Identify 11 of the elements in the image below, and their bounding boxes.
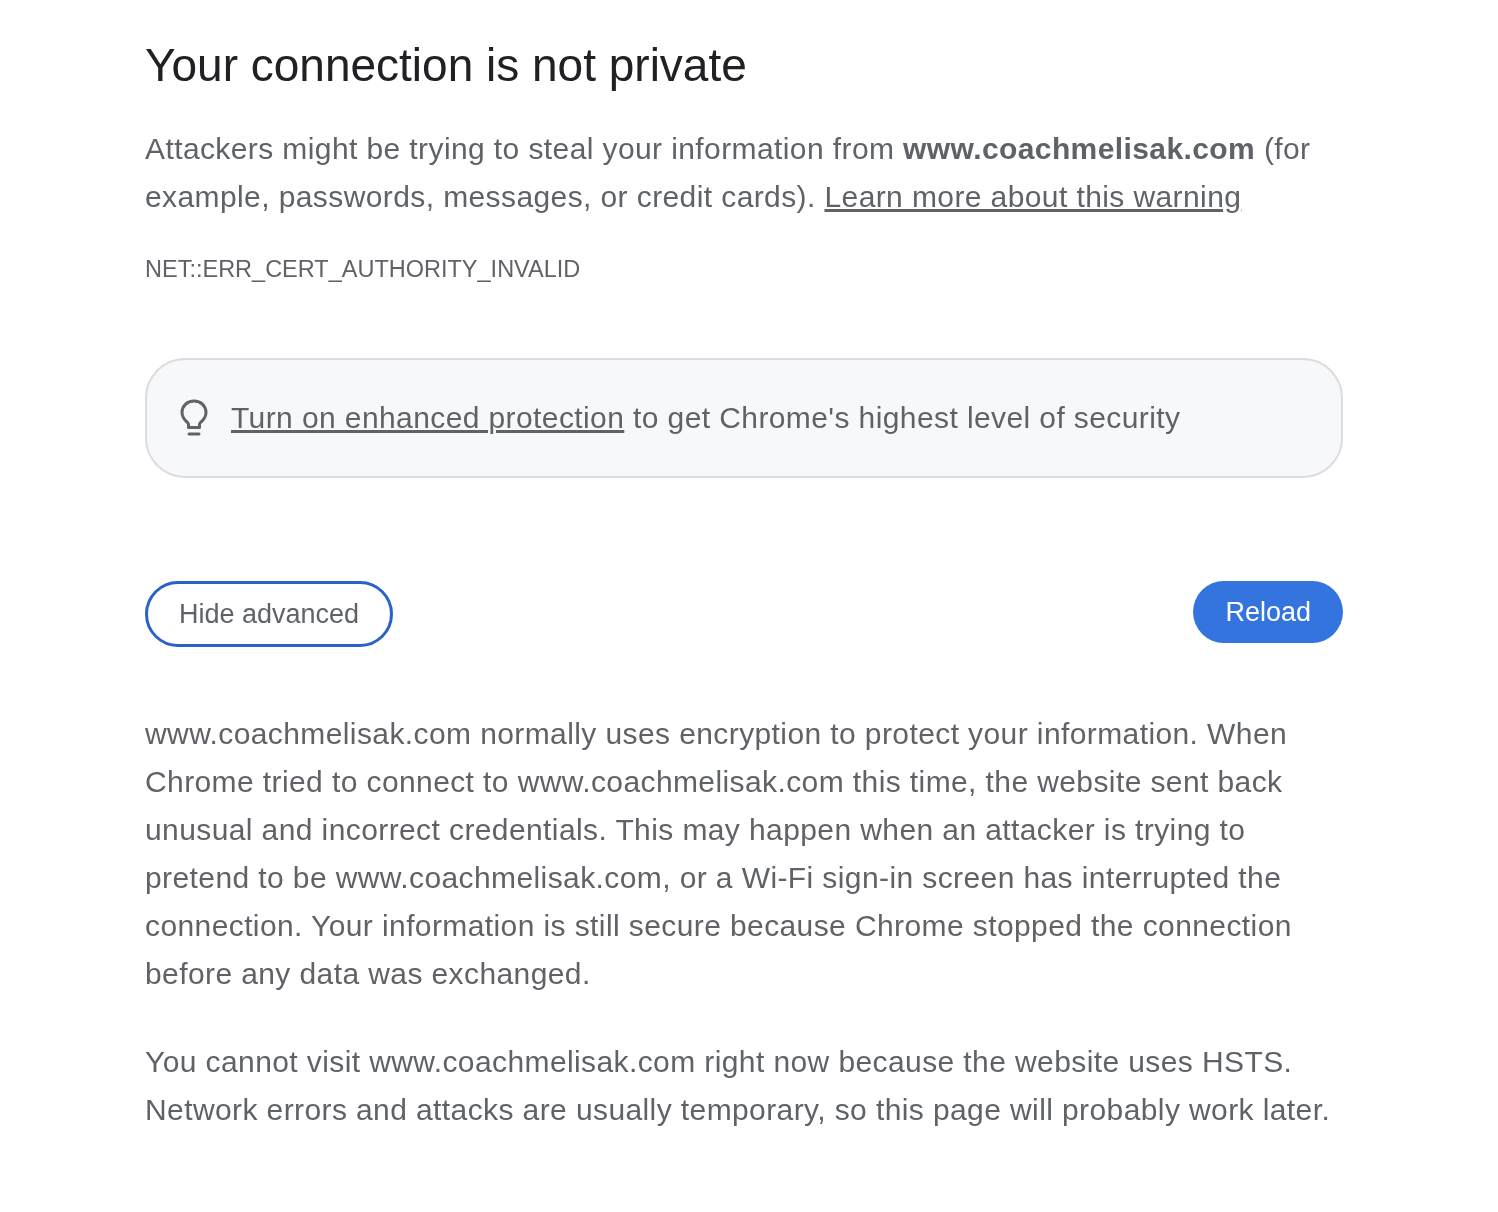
reload-button[interactable]: Reload: [1193, 581, 1343, 643]
details-paragraph: www.coachmelisak.com normally uses encryption to protect your information. When Chrome tried to connect to www.coachmelisak.com this time, the website sent back unusual and incorrect credentials. This may happen when an attacker is trying to pretend to be www.coachmelisak.com, or a Wi-Fi sign-in screen has interrupted the connection. Your information is still secure because Chrome stopped the connection before any data was exchanged.: [145, 716, 1293, 992]
error-code: NET::ERR_CERT_AUTHORITY_INVALID: [145, 255, 582, 284]
hide-advanced-button[interactable]: Hide advanced: [145, 581, 394, 647]
lightbulb-icon: [179, 399, 209, 437]
page-heading: Your connection is not private: [145, 38, 748, 93]
warning-text: Attackers might be trying to steal your information from www.coachmelisak.com (for example, passwords, messages, or credit cards). Learn more about this warning: [145, 131, 1312, 215]
protection-text: Turn on enhanced protection to get Chrome's highest level of security: [231, 400, 1181, 436]
details-paragraph: You cannot visit www.coachmelisak.com right now because the website uses HSTS. Network errors and attacks are usually temporary, so this page will probably work later.: [145, 1044, 1332, 1128]
learn-more-link[interactable]: Learn more about this warning: [824, 180, 1242, 213]
enhanced-protection-link[interactable]: Turn on enhanced protection: [231, 401, 625, 434]
